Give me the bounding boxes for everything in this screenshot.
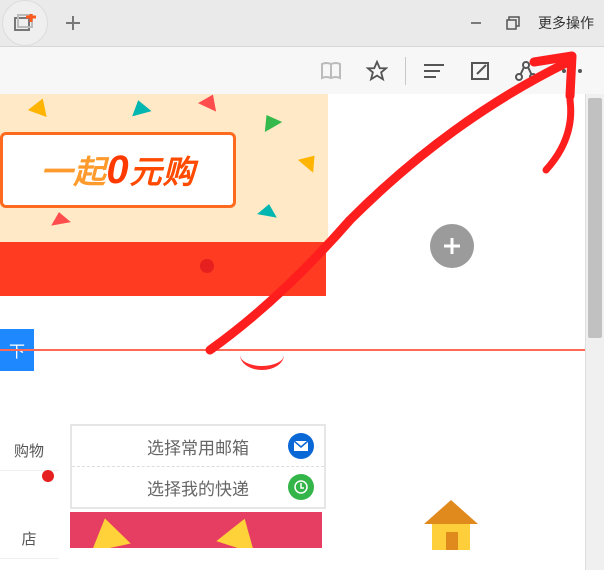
- house-icon[interactable]: [418, 496, 484, 554]
- panel-row-label: 选择常用邮箱: [147, 434, 249, 459]
- web-note-button[interactable]: [458, 49, 502, 93]
- share-icon: [514, 60, 538, 82]
- reading-view-button[interactable]: [309, 49, 353, 93]
- sidebar-item-shopping[interactable]: 购物: [0, 430, 58, 471]
- panel-row-mail[interactable]: 选择常用邮箱: [72, 426, 324, 467]
- add-tile-button[interactable]: [430, 224, 474, 268]
- scrollbar-thumb[interactable]: [588, 98, 602, 338]
- restore-button[interactable]: [500, 14, 526, 32]
- express-icon: [288, 474, 314, 500]
- book-icon: [320, 61, 342, 81]
- more-menu-button[interactable]: [550, 49, 594, 93]
- note-icon: [470, 61, 490, 81]
- restore-icon: [506, 16, 520, 30]
- new-tab-button[interactable]: [58, 8, 88, 38]
- lines-icon: [423, 63, 445, 79]
- panel-row-label: 选择我的快递: [147, 475, 249, 500]
- notification-dot: [42, 470, 54, 482]
- more-actions-label[interactable]: 更多操作: [538, 13, 594, 33]
- plus-icon: [65, 15, 81, 31]
- tab-icon: [14, 14, 36, 32]
- promo-trail: 元购: [130, 147, 196, 193]
- panel-promo-strip[interactable]: [70, 512, 322, 548]
- red-dot-decoration: [200, 259, 214, 273]
- plus-icon: [441, 235, 463, 257]
- mail-icon: [288, 433, 314, 459]
- favorites-button[interactable]: [355, 49, 399, 93]
- promo-zero: 0: [106, 148, 129, 193]
- page-content: 一起0元购 下 购物 店 选择常用邮箱 选择我的快递: [0, 94, 604, 570]
- promo-banner[interactable]: 一起0元购: [0, 94, 328, 242]
- promo-text: 一起0元购: [0, 132, 236, 208]
- sidebar-label: 店: [21, 528, 36, 549]
- star-icon: [366, 60, 388, 82]
- titlebar-right-group: 更多操作: [464, 13, 604, 33]
- toolbar-separator: [405, 57, 406, 85]
- active-tab[interactable]: [2, 0, 48, 46]
- ellipsis-icon: [561, 68, 583, 74]
- minimize-button[interactable]: [464, 15, 488, 31]
- annotation-line: [0, 349, 586, 351]
- panel-row-express[interactable]: 选择我的快递: [72, 467, 324, 507]
- hub-button[interactable]: [412, 49, 456, 93]
- browser-toolbar: [0, 47, 604, 96]
- annotation-curve: [240, 340, 284, 370]
- vertical-scrollbar[interactable]: [585, 94, 604, 570]
- sidebar-item-store[interactable]: 店: [0, 518, 58, 559]
- share-button[interactable]: [504, 49, 548, 93]
- sidebar-label: 购物: [14, 440, 44, 461]
- promo-band: [0, 242, 326, 296]
- promo-lead: 一起: [40, 147, 106, 193]
- window-titlebar: 更多操作: [0, 0, 604, 47]
- selection-panel: 选择常用邮箱 选择我的快递: [70, 424, 326, 509]
